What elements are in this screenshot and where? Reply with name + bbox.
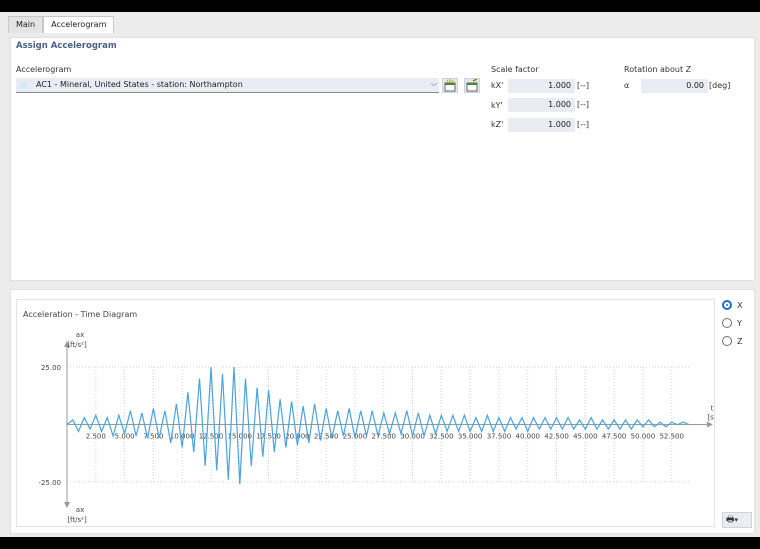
y-tick-label: -25.00	[38, 479, 61, 487]
x-tick-label: 27.500	[372, 433, 397, 441]
x-tick-label: 22.500	[314, 433, 339, 441]
y-axis-unit-bottom: [ft/s²]	[67, 516, 87, 524]
x-tick-label: 12.500	[199, 433, 224, 441]
assign-accelerogram-panel: Assign Accelerogram Accelerogram AC1 - M…	[10, 37, 755, 281]
ky-unit: [--]	[577, 100, 590, 109]
x-tick-label: 40.000	[515, 433, 540, 441]
kz-input[interactable]: 1.000	[508, 118, 575, 132]
radio-x-label: X	[737, 300, 743, 310]
x-tick-label: 32.500	[429, 433, 454, 441]
y-axis-label-bottom: ax	[76, 506, 84, 514]
x-tick-label: 20.000	[285, 433, 310, 441]
x-tick-label: 35.000	[458, 433, 483, 441]
rotation-input[interactable]: 0.00	[641, 79, 708, 93]
printer-icon: 🖶	[726, 515, 735, 525]
kz-unit: [--]	[577, 120, 590, 129]
edit-accelerogram-button[interactable]	[464, 78, 480, 93]
diagram-panel: Acceleration - Time Diagram 25.00 -25.00 2…	[10, 289, 755, 534]
dialog-body: Main Accelerogram Assign Accelerogram Ac…	[0, 12, 760, 537]
radio-z-label: Z	[737, 336, 743, 346]
new-icon	[444, 79, 456, 92]
kz-symbol: kZ'	[491, 120, 504, 129]
accelerogram-label: Accelerogram	[16, 65, 72, 74]
y-axis-label-top: ax	[76, 331, 84, 339]
scale-factor-label: Scale factor	[491, 65, 539, 74]
x-tick-label: 17.500	[256, 433, 281, 441]
y-tick-label: 25.00	[41, 364, 61, 372]
accelerogram-select[interactable]: AC1 - Mineral, United States - station: …	[16, 78, 439, 93]
x-tick-label: 2.500	[86, 433, 106, 441]
x-tick-label: 42.500	[544, 433, 569, 441]
radio-x-dot[interactable]	[722, 300, 732, 310]
new-accelerogram-button[interactable]	[442, 78, 458, 93]
x-tick-label: 50.000	[631, 433, 656, 441]
tab-main[interactable]: Main	[8, 16, 44, 33]
radio-z[interactable]: Z	[722, 336, 742, 346]
kx-symbol: kX'	[491, 81, 504, 90]
ky-symbol: kY'	[491, 101, 503, 110]
alpha-symbol: α	[624, 81, 630, 90]
x-tick-label: 37.500	[487, 433, 512, 441]
x-axis-unit: [s]	[707, 414, 714, 422]
radio-y[interactable]: Y	[722, 318, 742, 328]
chevron-down-icon: ⌵	[430, 79, 437, 88]
x-tick-label: 52.500	[659, 433, 684, 441]
x-tick-label: 45.000	[573, 433, 598, 441]
radio-x[interactable]: X	[722, 300, 742, 310]
radio-y-dot[interactable]	[722, 318, 732, 328]
x-axis-label: t	[711, 405, 714, 413]
edit-icon	[466, 78, 478, 92]
x-tick-label: 10.000	[170, 433, 195, 441]
x-axis-arrow	[707, 421, 713, 428]
x-tick-label: 47.500	[602, 433, 627, 441]
y-axis-unit-top: [ft/s²]	[67, 341, 87, 349]
rotation-label: Rotation about Z	[624, 65, 692, 74]
tab-accelerogram[interactable]: Accelerogram	[43, 16, 115, 33]
color-swatch	[20, 82, 27, 89]
y-axis-arrow-down	[64, 502, 70, 508]
series-line	[66, 366, 690, 485]
kx-unit: [--]	[577, 81, 590, 90]
acceleration-chart: 25.00-25.002.500 5.000 7.500 10.000 12.500 15…	[38, 331, 714, 524]
rotation-unit: [deg]	[709, 81, 731, 90]
tab-bar: Main Accelerogram	[8, 16, 115, 33]
print-button[interactable]: 🖶▾	[722, 512, 752, 528]
kx-input[interactable]: 1.000	[508, 79, 575, 93]
ky-input[interactable]: 1.000	[508, 98, 575, 112]
accelerogram-value: AC1 - Mineral, United States - station: …	[36, 80, 243, 89]
radio-y-label: Y	[737, 318, 742, 328]
chart-frame: Acceleration - Time Diagram 25.00 -25.00 2…	[16, 299, 715, 527]
chevron-down-icon: ▾	[734, 516, 739, 524]
radio-z-dot[interactable]	[722, 336, 732, 346]
section-title: Assign Accelerogram	[16, 41, 117, 51]
